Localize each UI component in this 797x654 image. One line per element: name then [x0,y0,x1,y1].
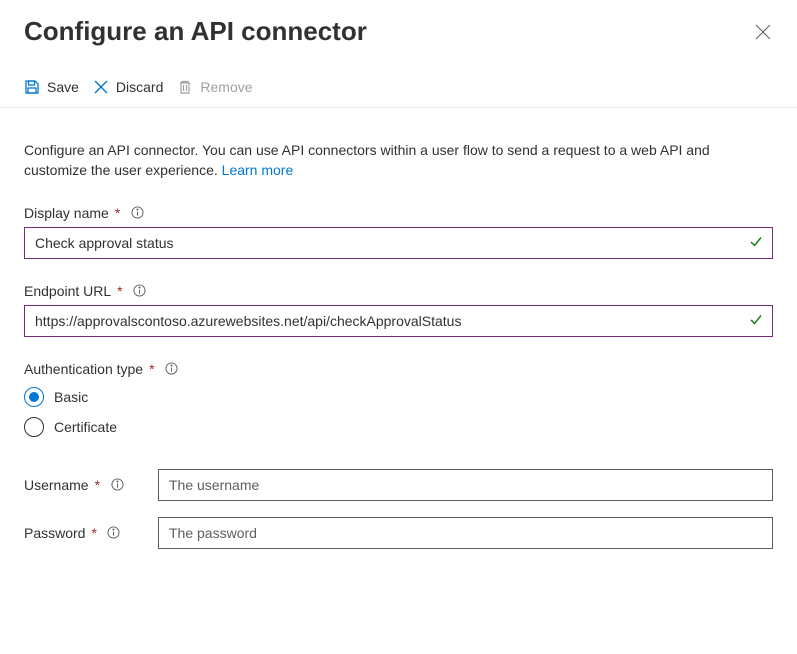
password-input[interactable] [158,517,773,549]
info-icon[interactable] [130,206,144,220]
check-icon [749,234,763,251]
auth-type-basic-radio[interactable]: Basic [24,387,773,407]
toolbar: Save Discard Remove [0,47,797,108]
info-icon[interactable] [133,284,147,298]
close-button[interactable] [753,22,773,42]
radio-circle [24,417,44,437]
required-asterisk: * [91,525,96,541]
learn-more-link[interactable]: Learn more [222,162,294,178]
auth-type-label: Authentication type [24,361,143,377]
radio-circle-selected [24,387,44,407]
required-asterisk: * [149,361,154,377]
info-icon[interactable] [107,526,121,540]
save-icon [24,79,40,95]
auth-type-certificate-radio[interactable]: Certificate [24,417,773,437]
required-asterisk: * [117,283,122,299]
info-icon[interactable] [110,478,124,492]
discard-button[interactable]: Discard [93,79,163,95]
remove-button: Remove [177,79,252,95]
save-button[interactable]: Save [24,79,79,95]
endpoint-url-label: Endpoint URL [24,283,111,299]
display-name-input[interactable] [24,227,773,259]
username-input[interactable] [158,469,773,501]
display-name-label: Display name [24,205,109,221]
discard-icon [93,79,109,95]
required-asterisk: * [115,205,120,221]
page-title: Configure an API connector [24,16,367,47]
endpoint-url-input[interactable] [24,305,773,337]
password-label: Password [24,525,85,541]
check-icon [749,312,763,329]
info-icon[interactable] [165,362,179,376]
auth-certificate-label: Certificate [54,419,117,435]
username-label: Username [24,477,89,493]
required-asterisk: * [95,477,100,493]
trash-icon [177,79,193,95]
description-text: Configure an API connector. You can use … [24,140,773,181]
discard-label: Discard [116,79,163,95]
close-icon [755,24,771,40]
remove-label: Remove [200,79,252,95]
auth-basic-label: Basic [54,389,88,405]
save-label: Save [47,79,79,95]
